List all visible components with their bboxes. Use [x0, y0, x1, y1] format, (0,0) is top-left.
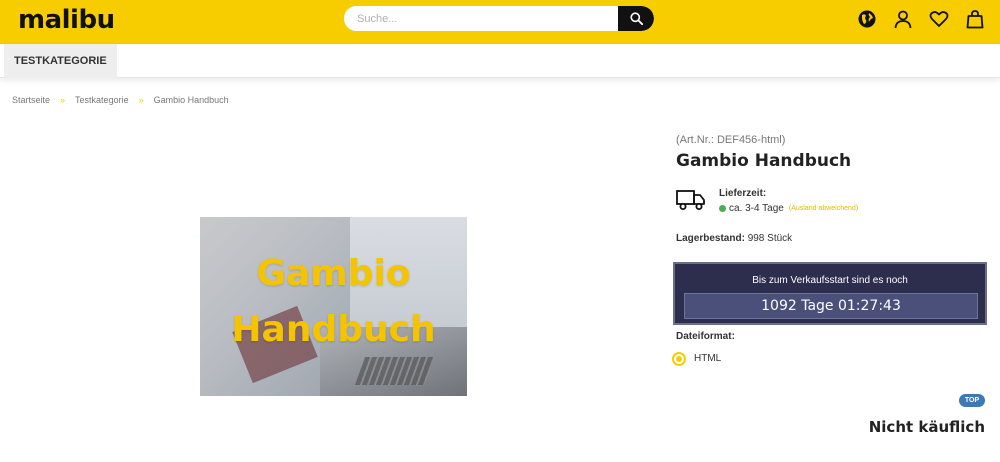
search-bar: [344, 6, 654, 31]
shopping-bag-icon: [966, 10, 984, 29]
search-button[interactable]: [618, 6, 654, 31]
image-keyboard: [354, 357, 436, 385]
breadcrumb-current: Gambio Handbuch: [153, 95, 229, 105]
breadcrumb-separator: »: [138, 95, 144, 105]
purchase-status: Nicht käuflich: [868, 418, 985, 436]
user-icon: [894, 10, 912, 29]
stock-value: 998 Stück: [747, 233, 793, 244]
sale-countdown: Bis zum Verkaufsstart sind es noch 1092 …: [673, 262, 987, 325]
scroll-top-button[interactable]: TOP: [959, 394, 985, 407]
radio-selected-dot: [676, 356, 682, 362]
account-button[interactable]: [892, 8, 914, 30]
breadcrumb-separator: »: [60, 95, 66, 105]
search-icon: [629, 12, 643, 25]
image-title-line2: Handbuch: [231, 309, 436, 350]
file-format-label: Dateiformat:: [676, 331, 735, 342]
file-format-option-label[interactable]: HTML: [694, 353, 721, 364]
globe-icon: [858, 10, 876, 28]
delivery-time-label: Lieferzeit:: [719, 188, 767, 199]
countdown-label: Bis zum Verkaufsstart sind es noch: [752, 275, 908, 286]
stock-info: Lagerbestand: 998 Stück: [676, 233, 792, 244]
breadcrumb-home[interactable]: Startseite: [12, 95, 50, 105]
file-format-radio-html[interactable]: [672, 352, 686, 366]
wishlist-button[interactable]: [928, 8, 950, 30]
nav-item-testkategorie[interactable]: TESTKATEGORIE: [4, 44, 117, 78]
site-header: malibu: [0, 0, 1000, 44]
cart-button[interactable]: [964, 8, 986, 30]
heart-icon: [929, 11, 949, 27]
breadcrumb-category[interactable]: Testkategorie: [75, 95, 129, 105]
product-image[interactable]: Gambio Handbuch: [200, 217, 467, 396]
delivery-time: ca. 3-4 Tage (Ausland abweichend): [719, 203, 858, 214]
availability-dot: [719, 205, 726, 212]
site-logo[interactable]: malibu: [18, 5, 115, 35]
delivery-abroad-note[interactable]: (Ausland abweichend): [789, 205, 858, 212]
countdown-timer: 1092 Tage 01:27:43: [684, 293, 978, 319]
category-nav: TESTKATEGORIE: [0, 44, 1000, 78]
truck-icon: [676, 188, 706, 217]
delivery-time-value: ca. 3-4 Tage: [729, 203, 784, 214]
search-input[interactable]: [344, 6, 618, 31]
article-number: (Art.Nr.: DEF456-html): [676, 134, 786, 146]
header-icons: [856, 8, 986, 30]
stock-label: Lagerbestand:: [676, 233, 745, 244]
language-button[interactable]: [856, 8, 878, 30]
product-title: Gambio Handbuch: [676, 151, 852, 171]
breadcrumb: Startseite » Testkategorie » Gambio Hand…: [12, 95, 229, 105]
image-title-line1: Gambio: [256, 253, 411, 294]
